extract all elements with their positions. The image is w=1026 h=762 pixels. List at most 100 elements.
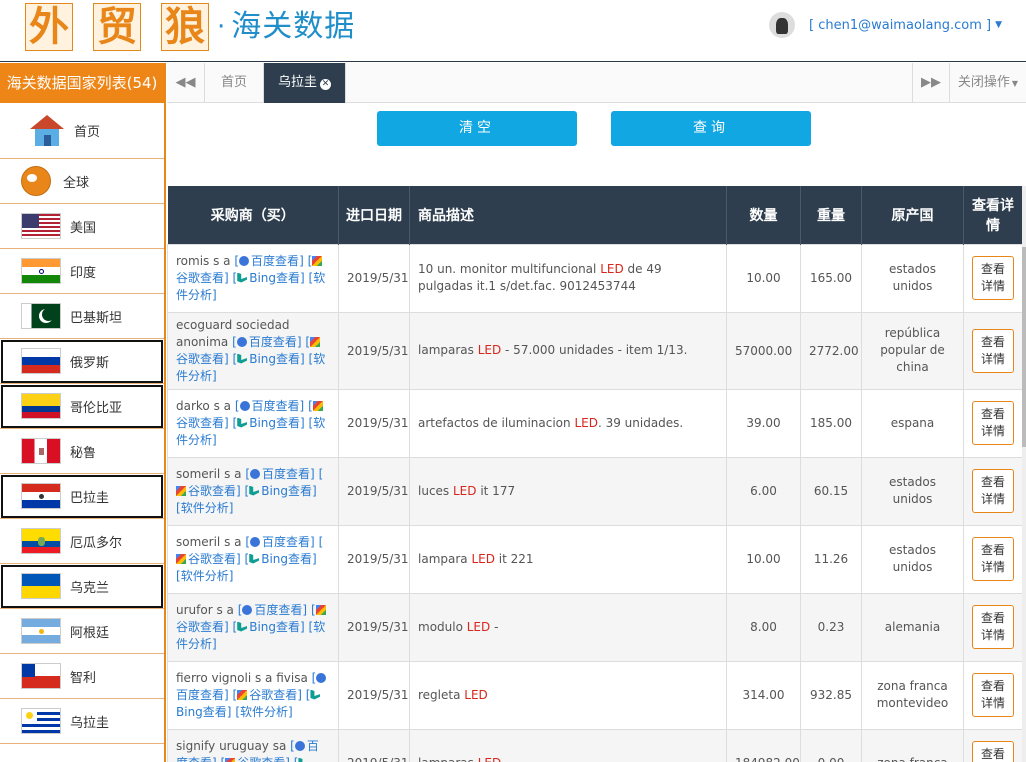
link-label: 百度查看 bbox=[262, 534, 311, 549]
bing-link[interactable]: [Bing查看] bbox=[245, 552, 317, 566]
view-detail-button[interactable]: 查看详情 bbox=[972, 328, 1014, 373]
baidu-link[interactable]: [百度查看] bbox=[245, 535, 314, 549]
origin-cell: zona franca bbox=[861, 728, 964, 762]
sidebar-item-country[interactable]: 美国 bbox=[0, 204, 164, 249]
sidebar-item-country[interactable]: 秘鲁 bbox=[0, 429, 164, 474]
sidebar-item-country[interactable]: 俄罗斯 bbox=[0, 339, 164, 384]
sidebar-item-country[interactable]: 巴基斯坦 bbox=[0, 294, 164, 339]
description-cell: regleta LED bbox=[409, 660, 727, 730]
bing-link[interactable]: [Bing查看] bbox=[245, 484, 317, 498]
query-button[interactable]: 查询 bbox=[611, 111, 811, 146]
py-flag-icon bbox=[21, 483, 61, 509]
sidebar-item-home[interactable]: 首页 bbox=[0, 103, 164, 159]
google-icon bbox=[237, 689, 248, 700]
baidu-link[interactable]: [百度查看] bbox=[232, 335, 301, 349]
table-row: fierro vignoli s a fivisa [百度查看] [谷歌查看] … bbox=[167, 660, 1022, 730]
sidebar-item-country[interactable]: 印度 bbox=[0, 249, 164, 294]
google-icon bbox=[176, 553, 186, 564]
sidebar-item-country[interactable]: 哥伦比亚 bbox=[0, 384, 164, 429]
date-cell: 2019/5/31 bbox=[338, 311, 410, 390]
sidebar-item-country[interactable]: 巴拉圭 bbox=[0, 474, 164, 519]
tab-home[interactable]: 首页 bbox=[205, 63, 264, 103]
sidebar-item-label: 厄瓜多尔 bbox=[70, 535, 123, 551]
header: 外 贸 狼 · 海关数据 [ chen1@waimaolang.com ] ▼ bbox=[0, 0, 1026, 62]
clear-button[interactable]: 清空 bbox=[377, 111, 577, 146]
description-text: artefactos de iluminacion bbox=[418, 415, 575, 430]
country-sidebar: 海关数据国家列表(54) 首页 全球 美国 印度 巴基斯坦 俄罗斯 哥伦比亚 秘鲁 巴拉圭厄… bbox=[0, 63, 166, 762]
view-detail-button[interactable]: 查看详情 bbox=[972, 605, 1014, 649]
description-text: it 177 bbox=[476, 483, 516, 498]
buyer-cell: darko s a [百度查看] [谷歌查看] [Bing查看] [软件分析] bbox=[167, 388, 339, 458]
sidebar-item-label: 智利 bbox=[70, 670, 97, 686]
sidebar-item-country[interactable]: 乌拉圭 bbox=[0, 699, 164, 744]
close-operations-menu[interactable]: 关闭操作 ▼ bbox=[950, 63, 1026, 103]
quantity-cell: 10.00 bbox=[726, 524, 801, 594]
weight-cell: 165.00 bbox=[800, 243, 862, 313]
link-label: 谷歌查看 bbox=[176, 619, 225, 634]
view-detail-button[interactable]: 查看详情 bbox=[972, 256, 1014, 300]
baidu-link[interactable]: [百度查看] bbox=[238, 603, 307, 617]
view-detail-button[interactable]: 查看详情 bbox=[972, 537, 1014, 581]
baidu-icon bbox=[294, 740, 305, 751]
sidebar-item-label: 俄罗斯 bbox=[70, 355, 110, 371]
in-flag-icon bbox=[21, 258, 61, 284]
baidu-link[interactable]: [百度查看] bbox=[235, 399, 304, 413]
buyer-cell: ecoguard sociedad anonima [百度查看] [谷歌查看] … bbox=[167, 311, 339, 390]
google-icon bbox=[312, 255, 323, 266]
description-cell: luces LED it 177 bbox=[409, 456, 727, 526]
tab-scroll-right-button[interactable]: ▶▶ bbox=[912, 63, 950, 103]
link-label: 软件分析 bbox=[240, 704, 289, 719]
weight-cell: 185.00 bbox=[800, 388, 862, 458]
description-text: - 57.000 unidades - item 1/13. bbox=[501, 343, 688, 357]
detail-cell: 查看详情 bbox=[963, 592, 1022, 662]
sidebar-item-country[interactable]: 厄瓜多尔 bbox=[0, 519, 164, 564]
scrollbar-thumb[interactable] bbox=[1022, 247, 1026, 447]
sidebar-item-label: 哥伦比亚 bbox=[70, 400, 123, 416]
bing-icon bbox=[249, 553, 260, 564]
bing-link[interactable]: [Bing查看] bbox=[233, 620, 305, 634]
logo-char: 贸 bbox=[93, 3, 141, 51]
analysis-link[interactable]: [软件分析] bbox=[176, 501, 233, 515]
origin-cell: alemania bbox=[861, 592, 964, 662]
link-label: Bing查看 bbox=[176, 704, 227, 719]
bing-link[interactable]: [Bing查看] bbox=[233, 416, 305, 430]
link-label: 谷歌查看 bbox=[176, 415, 225, 430]
view-detail-button[interactable]: 查看详情 bbox=[972, 469, 1014, 513]
link-label: Bing查看 bbox=[249, 270, 301, 285]
baidu-link[interactable]: [百度查看] bbox=[245, 467, 314, 481]
description-text: lampara bbox=[418, 551, 472, 566]
google-link[interactable]: [谷歌查看] bbox=[221, 756, 290, 762]
bing-link[interactable]: [Bing查看] bbox=[233, 352, 305, 366]
analysis-link[interactable]: [软件分析] bbox=[176, 569, 233, 583]
bing-link[interactable]: [Bing查看] bbox=[233, 271, 305, 285]
link-label: 百度查看 bbox=[262, 466, 311, 481]
link-label: 谷歌查看 bbox=[237, 756, 285, 762]
sidebar-item-country[interactable]: 乌克兰 bbox=[0, 564, 164, 609]
view-detail-button[interactable]: 查看详情 bbox=[972, 673, 1014, 717]
detail-cell: 查看详情 bbox=[963, 456, 1022, 526]
view-detail-button[interactable]: 查看详情 bbox=[972, 401, 1014, 445]
google-link[interactable]: [谷歌查看] bbox=[233, 688, 302, 702]
tab-uruguay[interactable]: 乌拉圭 ✕ bbox=[264, 63, 346, 103]
analysis-link[interactable]: [软件分析] bbox=[235, 705, 292, 719]
ec-flag-icon bbox=[21, 528, 61, 554]
logo[interactable]: 外 贸 狼 · 海关数据 bbox=[25, 3, 355, 51]
link-label: 软件分析 bbox=[180, 500, 229, 515]
table-row: signify uruguay sa [百度查看] [谷歌查看] [Bing查看… bbox=[167, 728, 1022, 762]
view-detail-button[interactable]: 查看详情 bbox=[972, 741, 1014, 762]
sidebar-item-country[interactable]: 阿根廷 bbox=[0, 609, 164, 654]
close-icon[interactable]: ✕ bbox=[320, 79, 331, 90]
user-menu[interactable]: [ chen1@waimaolang.com ] ▼ bbox=[769, 12, 1002, 38]
home-icon bbox=[30, 114, 64, 147]
date-cell: 2019/5/31 bbox=[338, 592, 410, 662]
tab-scroll-left-button[interactable]: ◀◀ bbox=[167, 63, 205, 103]
description-text: regleta bbox=[418, 687, 465, 702]
baidu-link[interactable]: [百度查看] bbox=[234, 254, 303, 268]
detail-cell: 查看详情 bbox=[963, 728, 1022, 762]
tab-bar: ◀◀ 首页 乌拉圭 ✕ ▶▶ 关闭操作 ▼ bbox=[167, 63, 1026, 103]
sidebar-item-country[interactable]: 智利 bbox=[0, 654, 164, 699]
sidebar-item-global[interactable]: 全球 bbox=[0, 159, 164, 204]
sidebar-item-label: 巴基斯坦 bbox=[70, 310, 123, 326]
link-label: Bing查看 bbox=[249, 415, 301, 430]
origin-cell: espana bbox=[861, 388, 964, 458]
